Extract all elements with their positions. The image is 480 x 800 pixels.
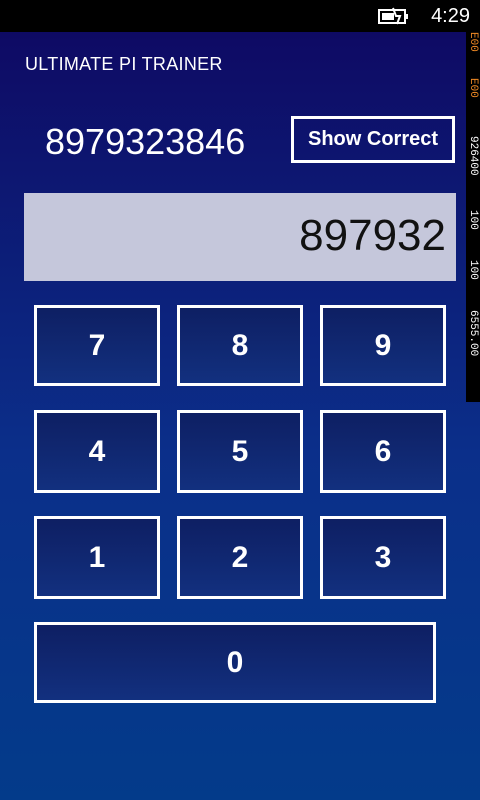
key-8[interactable]: 8 [177, 305, 303, 386]
battery-charging-icon [378, 7, 408, 25]
show-correct-button[interactable]: Show Correct [291, 116, 455, 163]
key-2[interactable]: 2 [177, 516, 303, 599]
debug-counter: 6555.00 [467, 310, 479, 357]
entry-display: 897932 [24, 193, 456, 281]
key-7[interactable]: 7 [34, 305, 160, 386]
status-bar: 4:29 [0, 0, 480, 32]
app-page: ULTIMATE PI TRAINER 8979323846 Show Corr… [0, 32, 480, 800]
debug-counter: 100 [467, 210, 479, 230]
debug-counter: 926400 [467, 136, 479, 176]
debug-counter: E00 [467, 32, 479, 52]
key-5[interactable]: 5 [177, 410, 303, 493]
correct-digits: 8979323846 [45, 121, 246, 162]
entry-value: 897932 [299, 211, 446, 260]
key-6[interactable]: 6 [320, 410, 446, 493]
key-0[interactable]: 0 [34, 622, 436, 703]
debug-counter: 100 [467, 260, 479, 280]
debug-counters: E00 E00 926400 100 100 6555.00 [466, 32, 480, 402]
key-4[interactable]: 4 [34, 410, 160, 493]
key-3[interactable]: 3 [320, 516, 446, 599]
app-title: ULTIMATE PI TRAINER [25, 54, 223, 74]
debug-counter: E00 [467, 78, 479, 98]
key-1[interactable]: 1 [34, 516, 160, 599]
key-9[interactable]: 9 [320, 305, 446, 386]
status-clock: 4:29 [431, 5, 470, 27]
